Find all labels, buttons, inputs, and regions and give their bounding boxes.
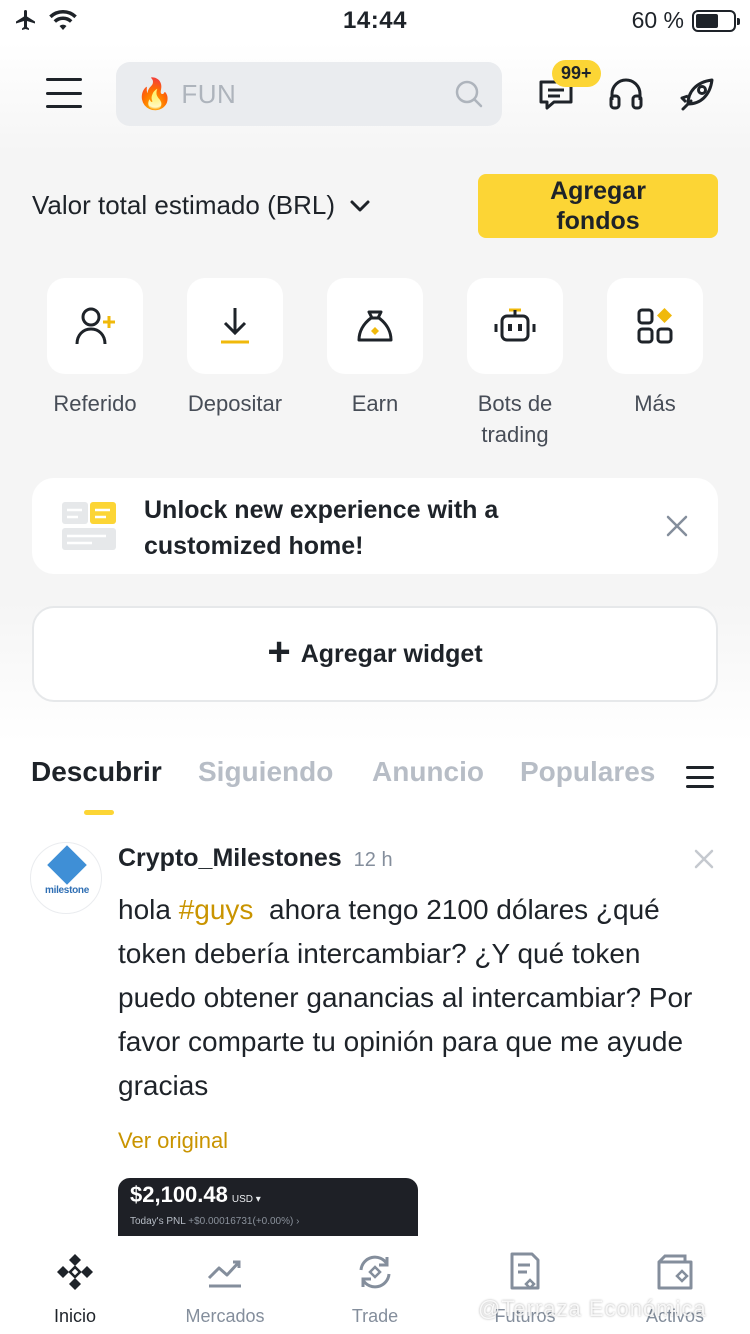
quick-action-icon-box <box>47 278 143 374</box>
wallet-icon <box>653 1250 697 1294</box>
deposit-icon <box>221 308 249 344</box>
battery-icon <box>692 9 740 32</box>
add-widget-button[interactable]: + Agregar widget <box>32 606 718 702</box>
quick-action-deposit[interactable]: Depositar <box>165 278 305 419</box>
battery-fill <box>696 13 718 28</box>
futures-doc-icon <box>503 1250 547 1294</box>
avatar-text: milestone <box>45 885 89 896</box>
post-author[interactable]: Crypto_Milestones <box>118 844 342 873</box>
messages-badge: 99+ <box>552 60 601 87</box>
nav-label: Inicio <box>53 1306 97 1326</box>
chevron-down-icon <box>350 200 370 211</box>
chevron-right-icon: › <box>296 1216 300 1227</box>
battery-percent: 60 % <box>631 7 684 33</box>
support-headset-icon[interactable] <box>606 74 646 114</box>
more-grid-icon <box>637 308 673 344</box>
quick-action-label: Depositar <box>187 391 283 416</box>
post-image-pnl-label: Today's PNL <box>130 1216 186 1227</box>
trade-swap-icon <box>353 1250 397 1294</box>
menu-icon-line <box>686 785 714 788</box>
quick-action-trading-bots[interactable]: Bots de trading <box>445 278 585 450</box>
post-text: ahora tengo 2100 dólares ¿qué token debe… <box>118 894 701 1101</box>
menu-icon-line <box>686 775 714 779</box>
quick-action-label: Earn <box>351 391 399 416</box>
menu-button[interactable] <box>46 78 82 108</box>
binance-logo-icon <box>53 1250 97 1294</box>
quick-action-label: Bots de trading <box>477 391 553 447</box>
nav-inicio[interactable]: Inicio <box>0 1250 150 1327</box>
post-image-pnl-value: +$0.00016731(+0.00%) <box>188 1216 294 1227</box>
view-original-link[interactable]: Ver original <box>118 1128 228 1154</box>
add-widget-label: Agregar widget <box>300 639 483 668</box>
post-image-currency: USD ▾ <box>231 1194 261 1205</box>
customize-layout-icon <box>62 502 116 550</box>
customize-home-text: Unlock new experience with a customized … <box>144 496 499 560</box>
nav-mercados[interactable]: Mercados <box>150 1250 300 1327</box>
earn-bag-icon <box>357 310 393 342</box>
tab-populares[interactable]: Populares <box>520 756 662 788</box>
quick-action-icon-box <box>187 278 283 374</box>
avatar-logo-icon <box>47 845 87 885</box>
search-bar[interactable]: 🔥 FUN <box>116 62 502 126</box>
post-image[interactable]: $2,100.48 USD ▾ Today's PNL +$0.00016731(… <box>118 1178 418 1236</box>
tab-siguiendo[interactable]: Siguiendo <box>198 756 333 788</box>
app-header: 🔥 FUN 99+ <box>0 60 750 128</box>
close-banner-icon[interactable] <box>664 513 690 539</box>
feed-tabs-menu-button[interactable] <box>686 766 714 788</box>
tab-anuncio[interactable]: Anuncio <box>372 756 484 788</box>
quick-action-earn[interactable]: Earn <box>305 278 445 419</box>
quick-action-icon-box <box>467 278 563 374</box>
search-placeholder: FUN <box>181 78 237 109</box>
close-post-icon[interactable] <box>693 848 715 870</box>
status-bar: 14:44 60 % <box>0 0 750 42</box>
tab-descubrir[interactable]: Descubrir <box>31 756 162 788</box>
post-image-pnl: Today's PNL +$0.00016731(+0.00%) › <box>130 1216 299 1227</box>
post-body[interactable]: hola #guys ahora tengo 2100 dólares ¿qué… <box>118 888 718 1108</box>
hashtag-link[interactable]: #guys <box>179 894 254 925</box>
quick-action-label: Más <box>634 391 676 416</box>
post-text: hola <box>118 894 179 925</box>
quick-action-more[interactable]: Más <box>585 278 725 419</box>
quick-action-icon-box <box>607 278 703 374</box>
estimated-value-selector[interactable]: Valor total estimado (BRL) <box>32 190 371 221</box>
nav-label: Mercados <box>185 1306 265 1326</box>
post-time: 12 h <box>353 849 393 871</box>
markets-chart-icon <box>203 1250 247 1294</box>
quick-action-icon-box <box>327 278 423 374</box>
post-header: Crypto_Milestones 12 h <box>118 844 393 873</box>
search-icon[interactable] <box>454 79 484 109</box>
nav-label: Trade <box>351 1306 399 1326</box>
avatar[interactable]: milestone <box>30 842 102 914</box>
status-right: 60 % <box>631 7 740 34</box>
quick-action-label: Referido <box>53 391 137 416</box>
quick-action-referral[interactable]: Referido <box>25 278 165 419</box>
active-tab-indicator <box>84 810 114 815</box>
watermark: @Terraza Económica <box>478 1296 707 1321</box>
plus-icon: + <box>267 630 291 674</box>
post-image-balance-value: $2,100.48 <box>130 1182 228 1207</box>
add-funds-button[interactable]: Agregar fondos <box>478 174 718 238</box>
customize-home-banner[interactable]: Unlock new experience with a customized … <box>32 478 718 574</box>
menu-icon-line <box>46 105 82 108</box>
estimated-value-label: Valor total estimado (BRL) <box>32 190 335 220</box>
menu-icon-line <box>46 91 82 95</box>
menu-icon-line <box>46 78 82 81</box>
post-image-balance: $2,100.48 USD ▾ <box>130 1182 261 1208</box>
menu-icon-line <box>686 766 714 769</box>
referral-icon <box>75 307 115 345</box>
nav-trade[interactable]: Trade <box>300 1250 450 1327</box>
fire-icon: 🔥 <box>136 77 174 111</box>
robot-icon <box>494 308 536 342</box>
rocket-icon[interactable] <box>678 74 718 114</box>
